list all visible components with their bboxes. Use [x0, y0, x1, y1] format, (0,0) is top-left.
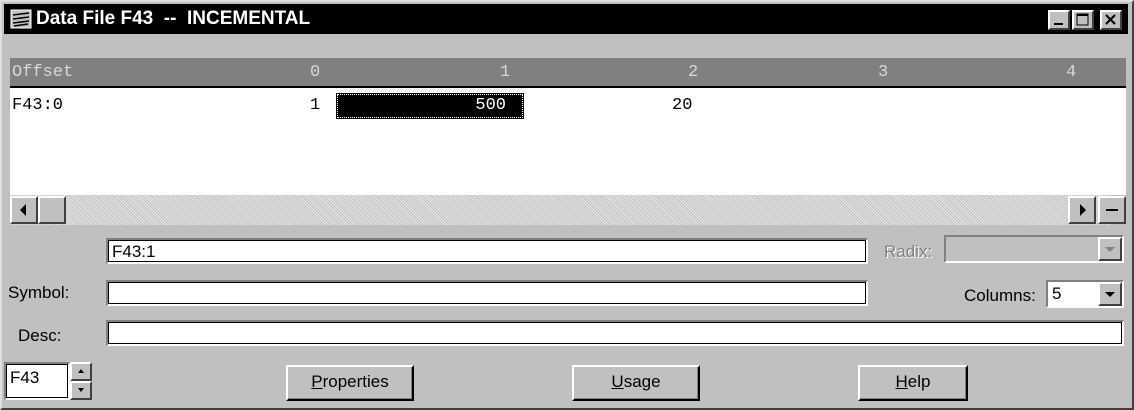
arrow-down-icon: [78, 388, 84, 392]
split-pane-button[interactable]: [1098, 196, 1126, 224]
cell-f43-0-2[interactable]: 20: [672, 96, 692, 115]
help-button[interactable]: Help: [858, 365, 968, 401]
header-col-3: 3: [878, 63, 889, 82]
header-col-4: 4: [1066, 63, 1077, 82]
selected-cell-value: 500: [475, 96, 506, 115]
radix-dropdown-arrow: [1098, 237, 1122, 261]
desc-field[interactable]: [106, 320, 1124, 346]
close-button[interactable]: [1100, 10, 1122, 30]
symbol-field[interactable]: [106, 280, 868, 306]
chevron-down-icon: [1105, 292, 1115, 297]
columns-dropdown-arrow[interactable]: [1098, 282, 1122, 306]
header-col-1: 1: [500, 63, 511, 82]
usage-label: sage: [623, 372, 661, 391]
file-number-field[interactable]: F43: [4, 362, 70, 400]
arrow-left-icon: [20, 204, 26, 216]
horizontal-scrollbar[interactable]: [10, 195, 1110, 225]
cell-f43-0-0[interactable]: 1: [310, 96, 320, 115]
properties-button[interactable]: Properties: [286, 365, 414, 401]
columns-dropdown[interactable]: 5: [1046, 280, 1124, 308]
columns-label: Columns:: [964, 286, 1036, 305]
usage-button[interactable]: Usage: [572, 365, 700, 401]
address-value: F43:1: [112, 242, 156, 261]
desc-label: Desc:: [18, 326, 62, 345]
columns-value: 5: [1052, 284, 1062, 303]
split-icon: [1106, 209, 1118, 211]
help-accel: H: [895, 372, 908, 391]
window-title: Data File F43 -- INCEMENTAL: [36, 8, 311, 29]
radix-label: Radix:: [884, 242, 933, 261]
spin-up-button[interactable]: [70, 362, 92, 381]
grid-header: Offset 0 1 2 3 4: [10, 58, 1126, 88]
radix-dropdown: [944, 235, 1124, 263]
file-spinner[interactable]: [70, 362, 92, 400]
minimize-icon: [1054, 23, 1063, 25]
properties-accel: P: [311, 372, 323, 391]
minimize-button[interactable]: [1048, 10, 1070, 30]
file-number-value: F43: [10, 368, 40, 387]
scroll-right-button[interactable]: [1068, 196, 1096, 224]
arrow-right-icon: [1080, 204, 1086, 216]
scroll-thumb[interactable]: [38, 196, 66, 224]
cell-f43-0-1-selected[interactable]: 500: [336, 93, 524, 119]
maximize-button[interactable]: [1072, 10, 1094, 30]
title-bar[interactable]: Data File F43 -- INCEMENTAL: [4, 4, 1128, 34]
properties-label: roperties: [322, 372, 389, 391]
row-offset-label[interactable]: F43:0: [12, 96, 63, 115]
usage-accel: U: [611, 372, 624, 391]
arrow-up-icon: [78, 369, 84, 373]
close-icon: [1105, 14, 1116, 25]
data-file-icon: [10, 9, 32, 29]
help-label: elp: [907, 372, 931, 391]
spin-down-button[interactable]: [70, 381, 92, 400]
header-col-2: 2: [688, 63, 699, 82]
header-offset: Offset: [12, 63, 74, 82]
chevron-down-icon: [1105, 247, 1115, 252]
scroll-left-button[interactable]: [10, 196, 38, 224]
address-field[interactable]: F43:1: [106, 238, 868, 264]
header-col-0: 0: [310, 63, 321, 82]
maximize-icon: [1076, 13, 1089, 26]
symbol-label: Symbol:: [8, 283, 70, 302]
